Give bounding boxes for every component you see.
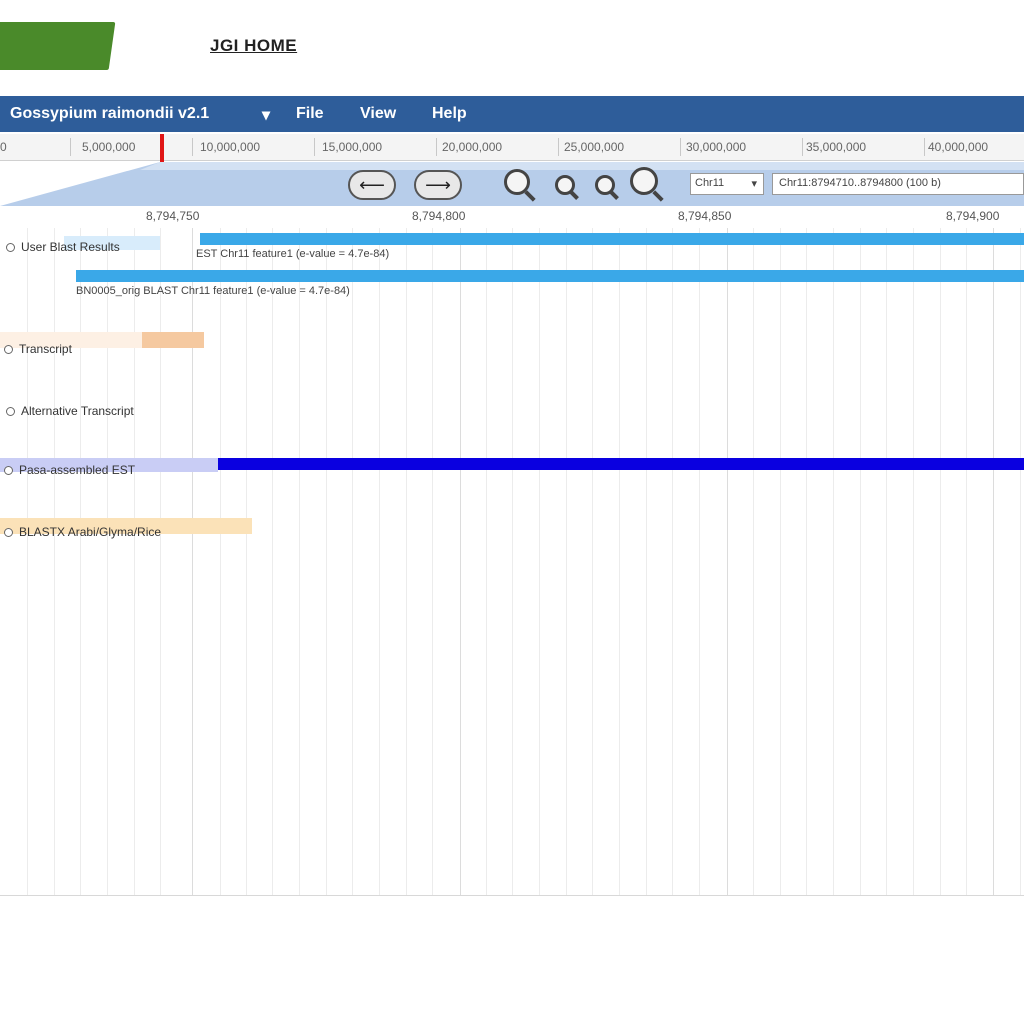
pan-right-button[interactable]: ⟶	[414, 170, 462, 200]
chevron-down-icon: ▾	[751, 178, 757, 190]
zoom-out-icon[interactable]	[552, 172, 582, 202]
track-user-blast[interactable]: User Blast Results	[6, 240, 120, 254]
blast-feature-bar[interactable]	[76, 270, 1024, 282]
track-label: Alternative Transcript	[21, 404, 134, 418]
track-pasa-est[interactable]: Pasa-assembled EST	[4, 463, 135, 477]
zoom-out-large-icon[interactable]	[502, 168, 538, 202]
track-label: Transcript	[19, 342, 72, 356]
track-toggle-radio[interactable]	[6, 406, 15, 416]
genome-dropdown-icon[interactable]: ▾	[262, 105, 270, 125]
track-label: Pasa-assembled EST	[19, 463, 136, 477]
blast-feature-label: BN0005_orig BLAST Chr11 feature1 (e-valu…	[76, 285, 350, 297]
zoom-in-large-icon[interactable]	[628, 166, 666, 202]
track-blastx[interactable]: BLASTX Arabi/Glyma/Rice	[4, 525, 161, 539]
overview-tick: 40,000,000	[928, 140, 989, 154]
detail-tick: 8,794,800	[412, 209, 466, 223]
transcript-feature-bar[interactable]	[142, 332, 204, 348]
pasa-feature-bar[interactable]	[218, 458, 1024, 470]
track-toggle-radio[interactable]	[4, 344, 13, 354]
chromosome-select-value: Chr11	[695, 177, 725, 189]
overview-tick: 35,000,000	[806, 140, 867, 154]
genome-title[interactable]: Gossypium raimondii v2.1	[10, 105, 209, 123]
menu-help[interactable]: Help	[432, 105, 467, 123]
arrow-right-icon: ⟶	[425, 174, 451, 195]
overview-tick: 15,000,000	[322, 140, 383, 154]
detail-tick: 8,794,900	[946, 209, 1000, 223]
track-toggle-radio[interactable]	[4, 465, 13, 475]
blast-feature-label: EST Chr11 feature1 (e-value = 4.7e-84)	[196, 248, 390, 260]
arrow-left-icon: ⟵	[359, 174, 385, 195]
overview-tick: 20,000,000	[442, 140, 503, 154]
track-transcript[interactable]: Transcript	[4, 342, 72, 356]
detail-tick: 8,794,850	[678, 209, 732, 223]
menu-view[interactable]: View	[360, 105, 396, 123]
track-alternative-transcript[interactable]: Alternative Transcript	[6, 404, 134, 418]
detail-tick: 8,794,750	[146, 209, 200, 223]
overview-tick: 25,000,000	[564, 140, 625, 154]
zoom-in-icon[interactable]	[592, 172, 622, 202]
overview-tick: 0	[0, 140, 7, 154]
track-label: BLASTX Arabi/Glyma/Rice	[19, 525, 162, 539]
blast-feature-bar[interactable]	[200, 233, 1024, 245]
overview-tick: 10,000,000	[200, 140, 261, 154]
overview-tick: 30,000,000	[686, 140, 747, 154]
chromosome-select[interactable]: Chr11 ▾	[690, 173, 764, 195]
menu-bar: Gossypium raimondii v2.1 ▾ File View Hel…	[0, 96, 1024, 132]
overview-tick: 5,000,000	[82, 140, 136, 154]
track-label: User Blast Results	[21, 240, 120, 254]
track-toggle-radio[interactable]	[6, 242, 15, 252]
location-input[interactable]: Chr11:8794710..8794800 (100 b)	[772, 173, 1024, 195]
pan-left-button[interactable]: ⟵	[348, 170, 396, 200]
menu-file[interactable]: File	[296, 105, 324, 123]
jgi-logo[interactable]	[0, 22, 116, 70]
track-toggle-radio[interactable]	[4, 527, 13, 537]
overview-ruler[interactable]: 0 5,000,000 10,000,000 15,000,000 20,000…	[0, 134, 1024, 161]
location-marker[interactable]	[160, 134, 164, 162]
jgi-home-link[interactable]: JGI HOME	[210, 36, 297, 56]
detail-ruler: 8,794,750 8,794,800 8,794,850 8,794,900	[0, 206, 1024, 229]
